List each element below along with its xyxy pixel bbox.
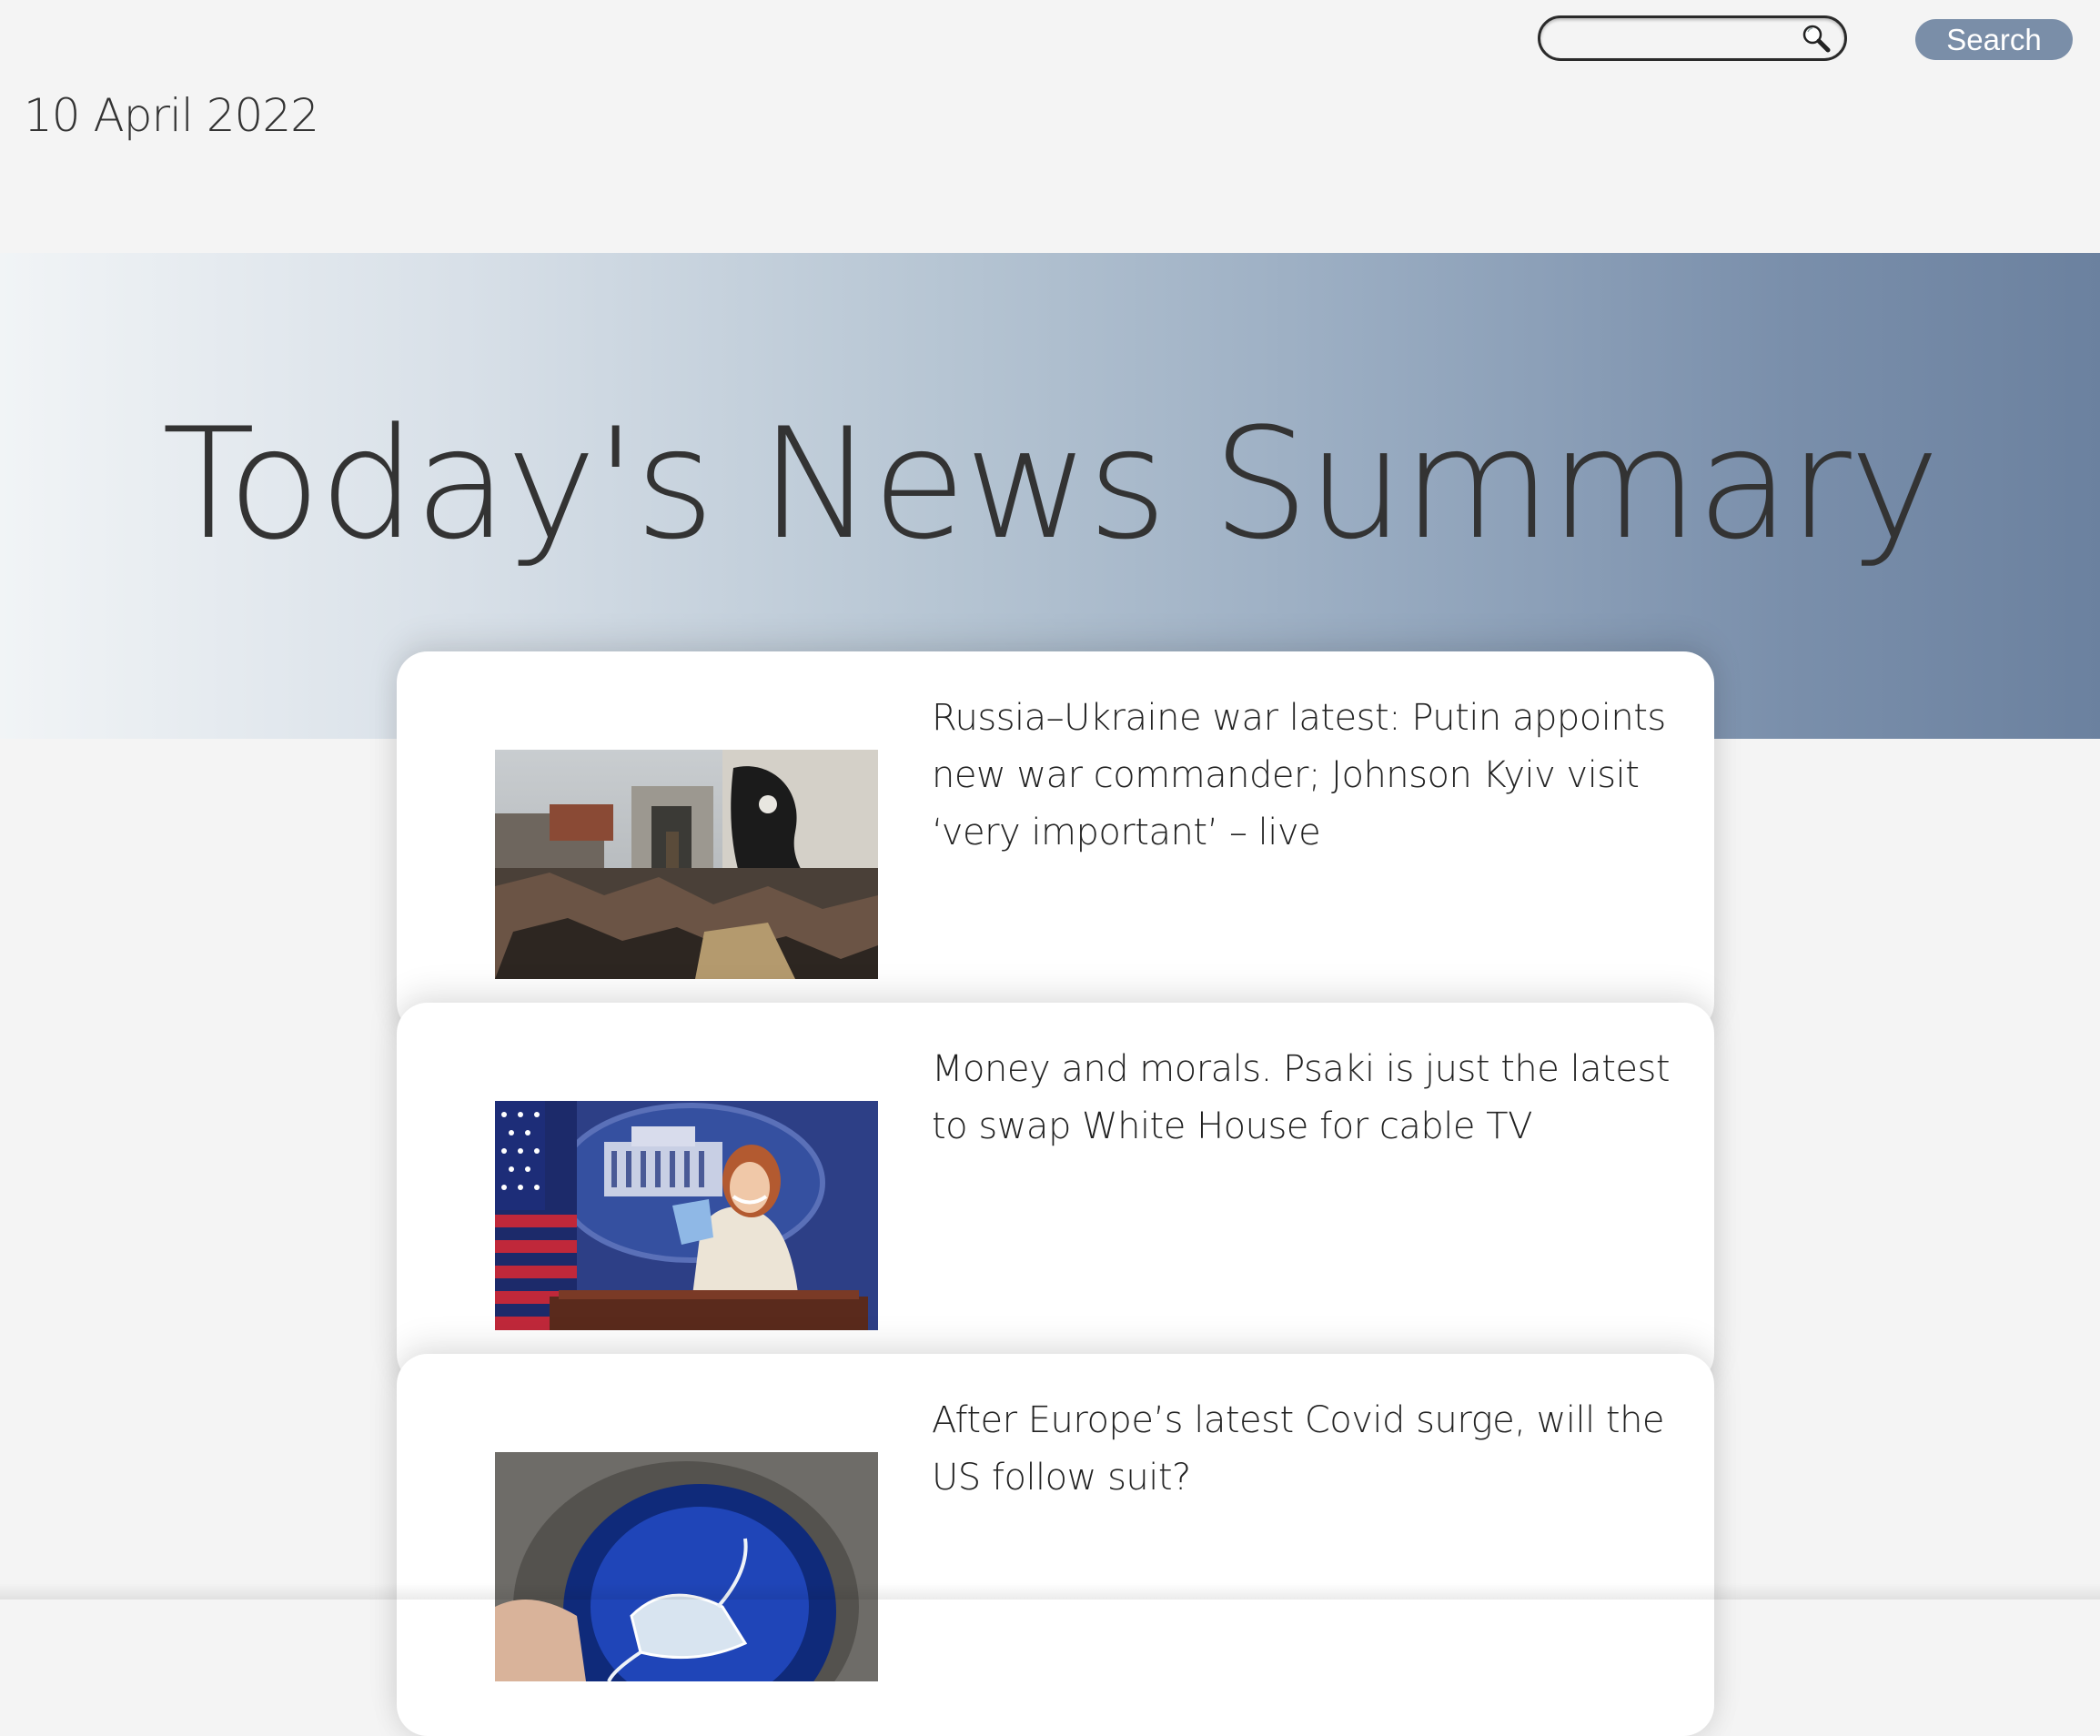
article-card[interactable]: Russia–Ukraine war latest: Putin appoint… — [397, 651, 1714, 1034]
search-button[interactable]: Search — [1915, 19, 2073, 60]
article-card[interactable]: After Europe’s latest Covid surge, will … — [397, 1354, 1714, 1736]
article-card[interactable]: Money and morals. Psaki is just the late… — [397, 1003, 1714, 1385]
destroyed-buildings-photo — [495, 750, 878, 979]
article-thumbnail[interactable] — [495, 750, 878, 979]
article-thumbnail[interactable] — [495, 1101, 878, 1330]
article-title[interactable]: Money and morals. Psaki is just the late… — [932, 1041, 1696, 1156]
article-thumbnail[interactable] — [495, 1452, 878, 1681]
face-mask-in-bin-photo — [495, 1452, 878, 1681]
current-date: 10 April 2022 — [24, 89, 319, 142]
white-house-briefing-photo — [495, 1101, 878, 1330]
article-title[interactable]: Russia–Ukraine war latest: Putin appoint… — [932, 690, 1696, 862]
search-input[interactable] — [1553, 22, 1793, 56]
search-icon — [1802, 25, 1831, 53]
page-title: Today's News Summary — [161, 395, 1940, 573]
search-box[interactable] — [1538, 15, 1847, 61]
article-title[interactable]: After Europe’s latest Covid surge, will … — [932, 1392, 1696, 1507]
